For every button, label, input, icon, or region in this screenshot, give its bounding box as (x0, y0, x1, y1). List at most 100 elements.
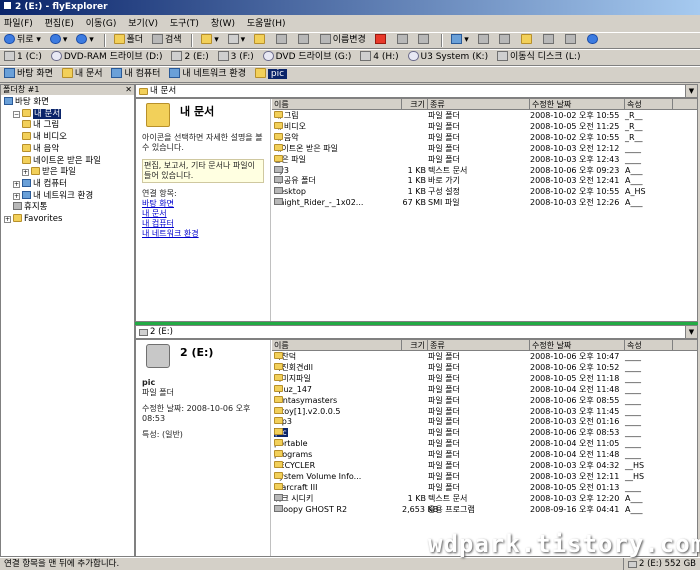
views-button[interactable]: ▾ (449, 33, 471, 48)
drive-e-button[interactable]: 2 (E:) (169, 50, 210, 65)
column-header-size[interactable]: 크기 (402, 340, 428, 351)
console-button[interactable] (541, 33, 558, 48)
column-header-date[interactable]: 수정한 날짜 (530, 99, 625, 110)
undo-button[interactable] (395, 33, 412, 48)
file-row[interactable]: RECYCLER 파일 폴더 2008-10-03 오후 04:32 __HS (272, 461, 697, 471)
tree-node[interactable]: 네이트온 받은 파일 (22, 155, 101, 167)
tree-node[interactable]: 내 음악 (22, 143, 59, 155)
menu-go[interactable]: 이동(G) (86, 19, 117, 29)
tree-expander-icon[interactable]: + (13, 180, 20, 188)
file-row[interactable]: cpuz_147 파일 폴더 2008-10-04 오전 11:48 ____ (272, 384, 697, 395)
tree-node[interactable]: 내 비디오 (22, 132, 67, 143)
fav-my-computer-button[interactable]: 내 컴퓨터 (109, 67, 162, 82)
link-my-documents[interactable]: 내 문서 (142, 209, 264, 219)
file-row[interactable]: 박찬덕 파일 폴더 2008-10-06 오후 10:47 ____ (272, 352, 697, 362)
menu-edit[interactable]: 편집(E) (45, 19, 74, 29)
drive-h-button[interactable]: 4 (H:) (358, 50, 400, 65)
back-button[interactable]: 뒤로 ▾ (2, 33, 43, 48)
fav-pic-button[interactable]: pic (253, 67, 289, 82)
column-header-type[interactable]: 종류 (428, 340, 530, 351)
file-row[interactable]: 네이트온 받은 파일 파일 폴더 2008-10-03 오전 12:12 ____ (272, 143, 697, 154)
menu-view[interactable]: 보기(V) (128, 19, 158, 29)
new-folder-button[interactable] (519, 33, 536, 48)
menu-help[interactable]: 도움말(H) (247, 19, 286, 29)
tree-node[interactable]: 내 그림 (22, 120, 59, 131)
file-row[interactable]: portable 파일 폴더 2008-10-04 오전 11:05 ____ (272, 439, 697, 449)
file-row[interactable]: 내 비디오 파일 폴더 2008-10-05 오전 11:25 _R__ (272, 121, 697, 132)
paste-button[interactable] (296, 33, 313, 48)
chevron-down-icon[interactable]: ▼ (685, 85, 697, 97)
file-row[interactable]: 4y3 1 KB텍스트 문서 2008-10-06 오후 09:23 A___ (272, 165, 697, 176)
column-header-name[interactable]: 이름 (272, 99, 402, 110)
close-icon[interactable]: ✕ (125, 85, 132, 95)
drive-l-button[interactable]: 이동식 디스크 (L:) (495, 50, 582, 65)
drive-g-button[interactable]: DVD 드라이브 (G:) (261, 50, 354, 65)
split-button[interactable] (497, 33, 514, 48)
file-row[interactable]: snoopy GHOST R2 2,653 KB 응용 프로그램 2008-09-16… (272, 504, 697, 515)
column-header-attr[interactable]: 속성 (625, 340, 673, 351)
tree-node[interactable]: + 내 컴퓨터 (13, 178, 67, 190)
chevron-down-icon[interactable]: ▼ (685, 326, 697, 338)
file-row[interactable]: 내 음악 파일 폴더 2008-10-02 오후 10:55 _R__ (272, 132, 697, 143)
file-row[interactable]: 내 그림 파일 폴더 2008-10-02 오후 10:55 _R__ (272, 111, 697, 121)
tree-expander-icon[interactable]: + (13, 192, 20, 200)
column-header-name[interactable]: 이름 (272, 340, 402, 351)
file-row[interactable]: 이미지파일 파일 폴더 2008-10-05 오전 11:18 ____ (272, 373, 697, 384)
menu-window[interactable]: 창(W) (211, 19, 235, 29)
search-button[interactable]: 검색 (150, 33, 184, 48)
forward-button[interactable]: ▾ (48, 33, 70, 48)
file-row[interactable]: 워크 시디키 1 KB 텍스트 문서 2008-10-03 오후 12:20 A___ (272, 493, 697, 504)
file-row[interactable]: pic 파일 폴더 2008-10-06 오후 08:53 ____ (272, 428, 697, 438)
link-desktop[interactable]: 바탕 화면 (142, 199, 264, 209)
fav-network-button[interactable]: 내 네트워크 환경 (167, 67, 248, 82)
file-row[interactable]: Fantasymasters 파일 폴더 2008-10-06 오후 08:55 __… (272, 395, 697, 406)
file-row[interactable]: letoy[1].v2.0.0.5 파일 폴더 2008-10-03 오후 11:4… (272, 406, 697, 417)
tree-node[interactable]: + 내 네트워크 환경 (13, 190, 93, 202)
tree-node[interactable]: 휴지통 (13, 202, 47, 213)
drive-menu-button[interactable]: ▾ (226, 33, 248, 48)
column-header-attr[interactable]: 속성 (625, 99, 673, 110)
link-network[interactable]: 내 네트워크 환경 (142, 229, 264, 239)
column-header-size[interactable]: 크기 (402, 99, 428, 110)
tree-expander-icon[interactable]: + (4, 216, 11, 223)
tree-expander-icon[interactable]: + (22, 169, 29, 177)
tree-expander-icon[interactable]: − (13, 110, 20, 118)
drive-k-button[interactable]: U3 System (K:) (406, 50, 491, 65)
address-bar-bottom[interactable]: 2 (E:) ▼ (135, 325, 698, 339)
drive-d-button[interactable]: DVD-RAM 드라이브 (D:) (49, 50, 165, 65)
file-row[interactable]: desktop 1 KB 구성 설정 2008-10-02 오후 10:55 A_HS (272, 187, 697, 197)
tree-node[interactable]: + 받은 파일 (22, 167, 76, 178)
properties-button[interactable] (563, 33, 580, 48)
file-row[interactable]: 받은 파일 파일 폴더 2008-10-03 오후 12:43 ____ (272, 154, 697, 165)
tile-button[interactable] (476, 33, 493, 48)
file-row[interactable]: Warcraft III 파일 폴더 2008-10-05 오전 01:13 ____ (272, 482, 697, 493)
file-row[interactable]: 내 공유 폴더 1 KB 바로 가기 2008-10-03 오전 12:41 A___ (272, 176, 697, 186)
view-button[interactable]: ▾ (199, 33, 221, 48)
column-header-type[interactable]: 종류 (428, 99, 530, 110)
file-row[interactable]: programs 파일 폴더 2008-10-04 오전 11:48 ____ (272, 450, 697, 460)
address-bar-top[interactable]: 내 문서 ▼ (135, 84, 698, 98)
delete-button[interactable] (373, 33, 390, 48)
tree-node[interactable]: 바탕 화면 (4, 97, 49, 108)
fav-desktop-button[interactable]: 바탕 화면 (2, 67, 55, 82)
link-my-computer[interactable]: 내 컴퓨터 (142, 219, 264, 229)
folders-button[interactable]: 폴더 (112, 33, 146, 48)
up-button[interactable]: ▾ (74, 33, 96, 48)
copy-button[interactable] (274, 33, 291, 48)
column-header-date[interactable]: 수정한 날짜 (530, 340, 625, 351)
menu-file[interactable]: 파일(F) (4, 19, 33, 29)
redo-button[interactable] (416, 33, 433, 48)
file-row[interactable]: System Volume Info... 파일 폴더 2008-10-03 오전 … (272, 471, 697, 482)
rename-button[interactable]: 이름변경 (318, 33, 368, 48)
drive-f-button[interactable]: 3 (F:) (216, 50, 256, 65)
fav-my-documents-button[interactable]: 내 문서 (60, 67, 105, 82)
tree-node[interactable]: − 내 문서 (13, 108, 62, 120)
menu-tools[interactable]: 도구(T) (170, 19, 199, 29)
tree-node[interactable]: + Favorites (4, 214, 62, 225)
file-row[interactable]: 사진회견dll 파일 폴더 2008-10-06 오후 10:52 ____ (272, 362, 697, 373)
help-button[interactable] (585, 33, 602, 48)
file-row[interactable]: mp3 파일 폴더 2008-10-03 오전 01:16 ____ (272, 417, 697, 427)
file-row[interactable]: Knight_Rider_-_1x02... 67 KB SMI 파일 2008-10… (272, 198, 697, 208)
move-to-button[interactable] (252, 33, 269, 48)
drive-c-button[interactable]: 1 (C:) (2, 50, 44, 65)
